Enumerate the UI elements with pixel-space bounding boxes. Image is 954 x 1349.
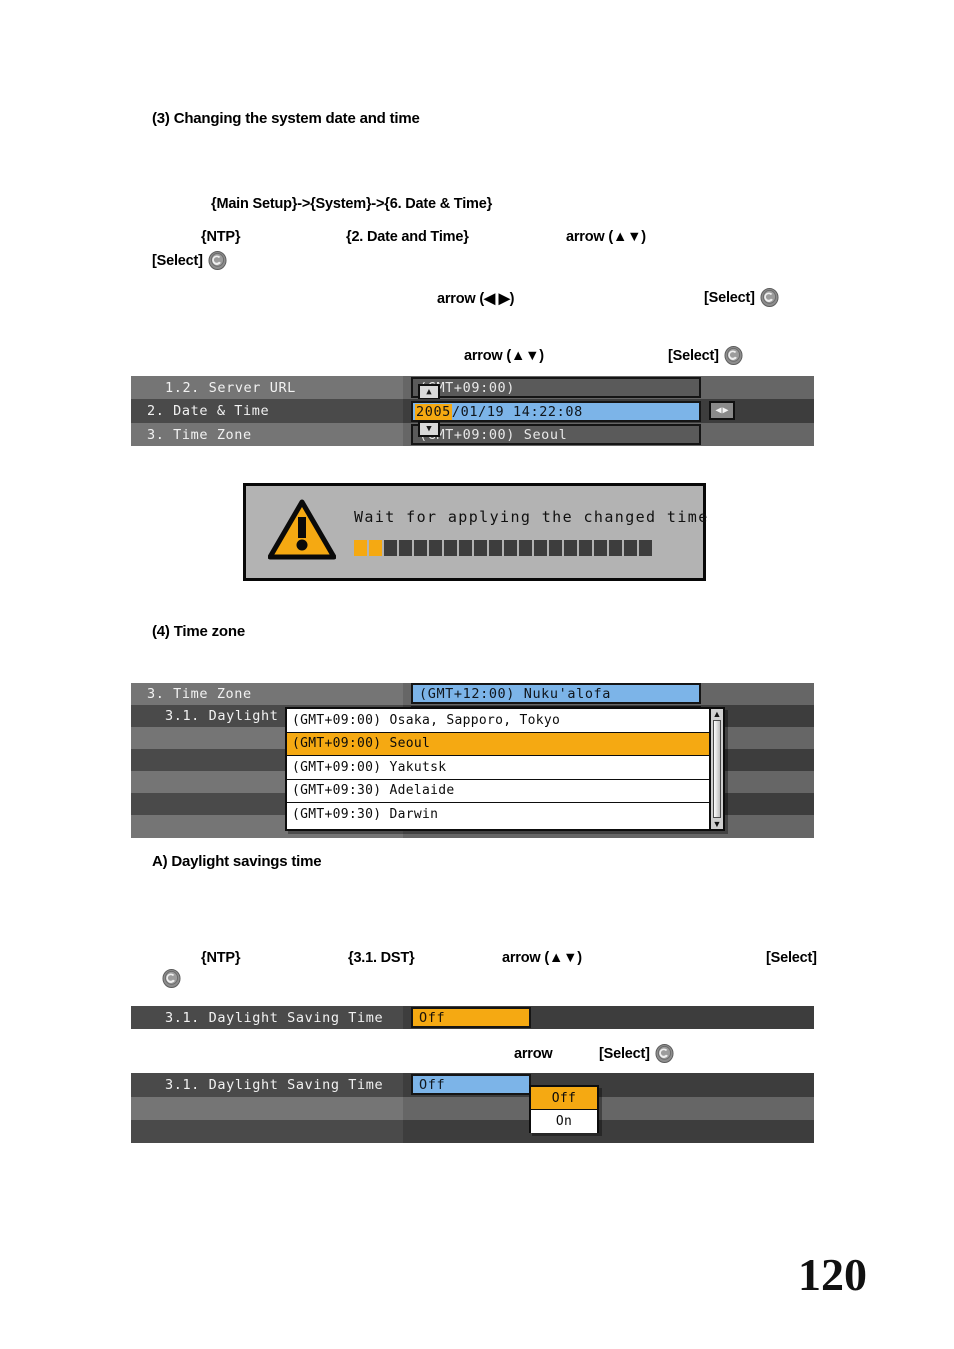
progress-segment xyxy=(624,540,637,556)
osd-value-dst-open-text: Off xyxy=(419,1076,446,1093)
prose-select-label-5: [Select] xyxy=(599,1045,650,1062)
prose-select-label-1: [Select] xyxy=(152,252,203,269)
scroll-up-badge[interactable]: ▲ xyxy=(418,384,440,400)
progress-segment xyxy=(549,540,562,556)
prose-ntp-2: {NTP} xyxy=(201,950,241,966)
prose-select-icon-4 xyxy=(157,969,181,989)
prose-select-label-4: [Select] xyxy=(766,950,817,966)
progress-segment xyxy=(594,540,607,556)
osd-label-time-zone: 3. Time Zone xyxy=(131,423,403,446)
timezone-dropdown-scrollbar[interactable]: ▲ ▼ xyxy=(709,709,723,829)
dialog-message: Wait for applying the changed time xyxy=(354,508,709,526)
osd-value-tz-selected[interactable]: (GMT+12:00) Nuku'alofa xyxy=(411,683,701,704)
osd-label-dst-open-1 xyxy=(131,1097,403,1120)
timezone-dropdown-items[interactable]: (GMT+09:00) Osaka, Sapporo, Tokyo (GMT+09… xyxy=(287,709,709,829)
arrow-right-icon: ▶ xyxy=(722,404,729,416)
section-heading-a: A) Daylight savings time xyxy=(152,853,322,870)
osd-value-rest: /01/19 14:22:08 xyxy=(451,403,583,420)
dialog-body: Wait for applying the changed time xyxy=(354,508,709,556)
progress-segment xyxy=(564,540,577,556)
select-jog-icon xyxy=(655,1044,674,1063)
progress-bar xyxy=(354,540,709,556)
osd-value-dst-open[interactable]: Off xyxy=(411,1074,531,1095)
osd-label-server-url: 1.2. Server URL xyxy=(131,376,403,399)
osd-row-dst-open-1[interactable] xyxy=(131,1097,814,1120)
prose-select-1: [Select] xyxy=(152,251,227,270)
progress-segment xyxy=(369,540,382,556)
prose-select-5: [Select] xyxy=(599,1044,674,1063)
osd-value-dst-closed[interactable]: Off xyxy=(411,1007,531,1028)
timezone-option[interactable]: (GMT+09:00) Yakutsk xyxy=(287,756,709,780)
progress-segment xyxy=(474,540,487,556)
osd-panel-dst-closed: 3.1. Daylight Saving Time Off xyxy=(131,1006,814,1029)
dst-option[interactable]: On xyxy=(531,1110,597,1133)
wait-dialog: Wait for applying the changed time xyxy=(243,483,709,581)
progress-segment xyxy=(579,540,592,556)
osd-value-tz-selected-text: (GMT+12:00) Nuku'alofa xyxy=(419,685,612,702)
osd-panel-date-time: 1.2. Server URL (GMT+09:00) ▲ 2. Date & … xyxy=(131,376,814,446)
progress-segment xyxy=(504,540,517,556)
progress-segment xyxy=(519,540,532,556)
dst-dropdown-items[interactable]: Off On xyxy=(531,1087,597,1133)
progress-segment xyxy=(639,540,652,556)
prose-arrow-updown-1: arrow (▲▼) xyxy=(566,229,646,245)
section-heading-3: (3) Changing the system date and time xyxy=(152,110,420,127)
prose-arrow-2: arrow xyxy=(514,1046,553,1062)
page-number: 120 xyxy=(798,1249,867,1300)
progress-segment xyxy=(354,540,367,556)
osd-value-dst-closed-text: Off xyxy=(419,1009,446,1026)
arrow-left-icon: ◀ xyxy=(715,404,722,416)
prose-arrow-leftright: arrow (◀ ▶) xyxy=(437,291,515,307)
progress-segment xyxy=(459,540,472,556)
osd-label-date-time: 2. Date & Time xyxy=(131,399,403,423)
timezone-option[interactable]: (GMT+09:30) Darwin xyxy=(287,803,709,827)
osd-row-dst-open-2[interactable] xyxy=(131,1120,814,1143)
prose-select-label-3: [Select] xyxy=(668,347,719,364)
prose-arrow-updown-3: arrow (▲▼) xyxy=(502,950,582,966)
progress-segment xyxy=(489,540,502,556)
progress-segment xyxy=(414,540,427,556)
osd-label-dst-closed: 3.1. Daylight Saving Time xyxy=(131,1006,403,1029)
warning-triangle-icon xyxy=(267,499,337,566)
prose-dst: {3.1. DST} xyxy=(348,950,415,966)
progress-segment xyxy=(429,540,442,556)
timezone-option[interactable]: (GMT+09:00) Osaka, Sapporo, Tokyo xyxy=(287,709,709,733)
section-heading-4: (4) Time zone xyxy=(152,623,245,640)
osd-value-year-highlight[interactable]: 2005 xyxy=(415,403,452,420)
dst-dropdown[interactable]: Off On xyxy=(529,1085,599,1133)
osd-panel-dst-open: 3.1. Daylight Saving Time Off xyxy=(131,1073,814,1143)
select-jog-icon xyxy=(208,251,227,270)
select-jog-icon xyxy=(724,346,743,365)
osd-value-time-zone[interactable]: (GMT+09:00) Seoul xyxy=(411,424,701,445)
timezone-dropdown[interactable]: (GMT+09:00) Osaka, Sapporo, Tokyo (GMT+09… xyxy=(285,707,725,831)
progress-segment xyxy=(399,540,412,556)
osd-value-date-time[interactable]: 2005/01/19 14:22:08 xyxy=(411,401,701,422)
osd-label-dst-open-2 xyxy=(131,1120,403,1143)
prose-select-label-2: [Select] xyxy=(704,289,755,306)
osd-label-tz-0: 3. Time Zone xyxy=(131,683,403,705)
timezone-option[interactable]: (GMT+09:00) Seoul xyxy=(287,732,709,756)
prose-arrow-updown-2: arrow (▲▼) xyxy=(464,348,544,364)
select-jog-icon xyxy=(162,969,181,988)
progress-segment xyxy=(444,540,457,556)
prose-select-3: [Select] xyxy=(668,346,743,365)
scroll-up-icon[interactable]: ▲ xyxy=(713,709,722,719)
prose-date-and-time: {2. Date and Time} xyxy=(346,229,469,245)
osd-label-dst-open: 3.1. Daylight Saving Time xyxy=(131,1073,403,1097)
scroll-down-icon[interactable]: ▼ xyxy=(713,819,722,829)
osd-value-server-url[interactable]: (GMT+09:00) xyxy=(411,377,701,398)
progress-segment xyxy=(534,540,547,556)
select-jog-icon xyxy=(760,288,779,307)
scrollbar-thumb[interactable] xyxy=(713,720,721,818)
scroll-down-badge[interactable]: ▼ xyxy=(418,421,440,437)
prose-ntp-1: {NTP} xyxy=(201,229,241,245)
dst-option[interactable]: Off xyxy=(531,1087,597,1110)
progress-segment xyxy=(384,540,397,556)
osd-value-date-time-text: 2005/01/19 14:22:08 xyxy=(413,403,583,420)
progress-segment xyxy=(609,540,622,556)
timezone-option[interactable]: (GMT+09:30) Adelaide xyxy=(287,779,709,803)
left-right-arrow-badge[interactable]: ◀ ▶ xyxy=(709,401,735,420)
prose-select-2: [Select] xyxy=(704,288,779,307)
menu-path-text: {Main Setup}->{System}->{6. Date & Time} xyxy=(211,196,493,212)
